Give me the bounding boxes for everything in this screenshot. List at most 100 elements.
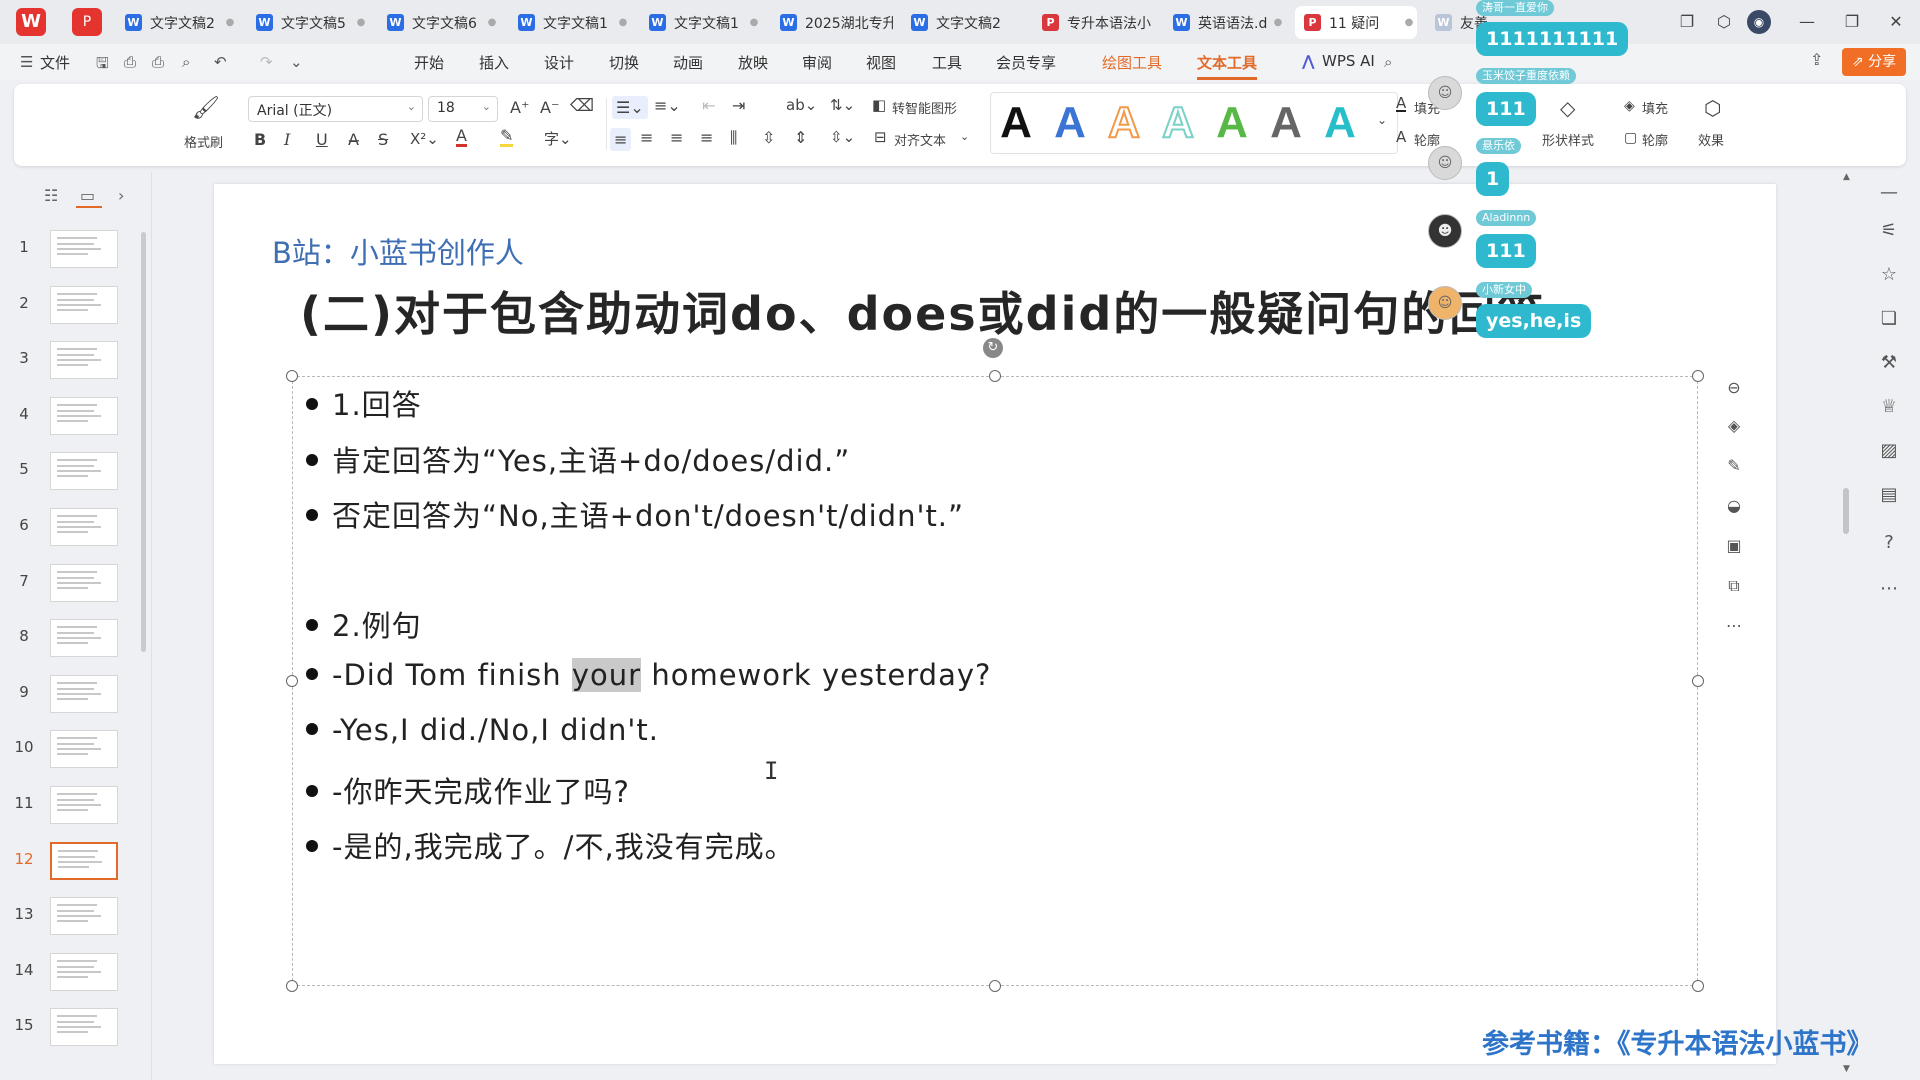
thumbnail-scrollbar[interactable] bbox=[141, 232, 146, 652]
more-options-icon[interactable]: ⋯ bbox=[1718, 610, 1750, 642]
close-tab-icon[interactable]: ● bbox=[1270, 17, 1286, 28]
text-style-preset-1[interactable]: A bbox=[991, 99, 1041, 147]
slide-thumbnail[interactable] bbox=[50, 508, 118, 546]
minimize-button[interactable]: — bbox=[1793, 10, 1821, 34]
effect-label[interactable]: 效果 bbox=[1698, 130, 1724, 149]
resize-handle[interactable] bbox=[286, 370, 298, 382]
print-preview-icon[interactable]: ⌕ bbox=[182, 53, 190, 71]
menu-animation[interactable]: 动画 bbox=[673, 52, 703, 73]
bullet-item[interactable]: -Did Tom finish your homework yesterday? bbox=[306, 658, 991, 692]
menu-text-tools[interactable]: 文本工具 bbox=[1197, 52, 1257, 73]
hamburger-menu-icon[interactable]: ☰ bbox=[20, 53, 33, 71]
chevron-down-icon[interactable]: ⌄ bbox=[960, 130, 969, 143]
frame-icon[interactable]: ▣ bbox=[1718, 530, 1750, 562]
close-tab-icon[interactable]: ● bbox=[1401, 17, 1417, 28]
shape-style-label[interactable]: 形状样式 bbox=[1542, 130, 1594, 149]
align-text-icon[interactable]: ⊟ bbox=[874, 128, 887, 146]
underline-icon[interactable]: U bbox=[316, 130, 328, 149]
resize-handle[interactable] bbox=[286, 675, 298, 687]
save-icon[interactable]: 🖫 bbox=[96, 53, 109, 78]
resize-handle[interactable] bbox=[989, 370, 1001, 382]
pdf-app-icon[interactable]: P bbox=[72, 8, 102, 36]
restore-button[interactable]: ❐ bbox=[1838, 10, 1866, 34]
close-tab-icon[interactable]: ● bbox=[615, 17, 631, 28]
doc-tab[interactable]: W 2025湖北专升 bbox=[771, 6, 893, 39]
layers-icon[interactable]: ◈ bbox=[1718, 410, 1750, 442]
font-family-select[interactable]: Arial (正文) ⌄ bbox=[248, 96, 423, 122]
doc-tab[interactable]: P 专升本语法小 bbox=[1033, 6, 1155, 39]
shape-outline-label[interactable]: 轮廓 bbox=[1642, 130, 1668, 149]
align-left-icon[interactable]: ≡ bbox=[610, 128, 632, 151]
menu-design[interactable]: 设计 bbox=[544, 52, 574, 73]
distribute-icon[interactable]: ⫼ bbox=[730, 128, 737, 148]
text-style-preset-5[interactable]: A bbox=[1207, 99, 1257, 147]
image-icon[interactable]: ▨ bbox=[1876, 438, 1902, 464]
resize-handle[interactable] bbox=[1692, 370, 1704, 382]
doc-tab[interactable]: W 文字文稿1 ● bbox=[509, 6, 631, 39]
slide-thumbnail[interactable] bbox=[50, 674, 118, 713]
slide-thumbnail[interactable] bbox=[50, 396, 118, 435]
tools-icon[interactable]: ⚒ bbox=[1876, 350, 1902, 376]
smart-shape-icon[interactable]: ◧ bbox=[872, 96, 886, 114]
slide-thumbnail[interactable] bbox=[50, 952, 118, 991]
close-window-button[interactable]: ✕ bbox=[1882, 10, 1910, 34]
vertical-scrollbar[interactable] bbox=[1843, 488, 1849, 534]
font-size-select[interactable]: 18 ⌄ bbox=[428, 96, 498, 122]
text-style-preset-3[interactable]: A bbox=[1099, 98, 1149, 148]
line-spacing-icon[interactable]: ⇳ bbox=[762, 128, 775, 147]
outline-view-icon[interactable]: ☷ bbox=[44, 186, 58, 205]
share-button[interactable]: ⇗ 分享 bbox=[1842, 48, 1906, 76]
columns-icon[interactable]: ⇳⌄ bbox=[830, 128, 855, 146]
slide-thumbnail[interactable] bbox=[50, 897, 118, 936]
italic-icon[interactable]: I bbox=[284, 130, 290, 149]
slide-view-icon[interactable]: ▭ bbox=[80, 186, 95, 205]
slide-thumbnail[interactable] bbox=[50, 452, 118, 491]
bullet-item[interactable]: -你昨天完成作业了吗? bbox=[306, 769, 630, 811]
smart-shape-label[interactable]: 转智能图形 bbox=[892, 98, 957, 117]
chevron-down-icon[interactable]: ⌄ bbox=[290, 53, 303, 71]
resize-handle[interactable] bbox=[1692, 675, 1704, 687]
bold-icon[interactable]: B bbox=[254, 130, 266, 149]
slide-title[interactable]: (二)对于包含助动词do、does或did的一般疑问句的回答 bbox=[300, 278, 1545, 344]
slide-thumbnail[interactable] bbox=[50, 841, 118, 880]
menu-file[interactable]: 文件 bbox=[40, 52, 70, 73]
menu-tools[interactable]: 工具 bbox=[932, 52, 962, 73]
scroll-down-icon[interactable]: ▼ bbox=[1843, 1064, 1850, 1074]
text-outline-icon[interactable]: A bbox=[1396, 128, 1406, 146]
export-icon[interactable]: ⎙ bbox=[124, 53, 136, 71]
close-tab-icon[interactable]: ● bbox=[746, 17, 762, 28]
paragraph-spacing-icon[interactable]: ⇕ bbox=[794, 128, 807, 147]
slide-thumbnail[interactable] bbox=[50, 285, 118, 324]
menu-transition[interactable]: 切换 bbox=[609, 52, 639, 73]
doc-tab[interactable]: W 文字文稿2 ● bbox=[116, 6, 238, 39]
format-painter-icon[interactable]: 🖌 bbox=[192, 96, 220, 121]
slide-thumbnail[interactable] bbox=[50, 563, 118, 602]
doc-tab[interactable]: W 文字文稿6 ● bbox=[378, 6, 500, 39]
doc-tab[interactable]: W 文字文稿5 ● bbox=[247, 6, 369, 39]
font-color-icon[interactable]: A bbox=[456, 128, 467, 147]
properties-icon[interactable]: ⚟ bbox=[1876, 218, 1902, 244]
doc-tab[interactable]: W 文字文稿1 ● bbox=[640, 6, 762, 39]
justify-icon[interactable]: ≡ bbox=[700, 128, 713, 147]
fill-bucket-icon[interactable]: ◒ bbox=[1718, 490, 1750, 522]
cloud-upload-icon[interactable]: ⇪ bbox=[1810, 50, 1823, 69]
wps-ai-icon[interactable]: ⋀ bbox=[1302, 52, 1315, 70]
menu-member[interactable]: 会员专享 bbox=[996, 52, 1056, 73]
bullet-item[interactable]: -Yes,I did./No,I didn't. bbox=[306, 713, 659, 747]
text-style-preset-7[interactable]: A bbox=[1315, 99, 1365, 147]
shape-fill-icon[interactable]: ◈ bbox=[1624, 98, 1635, 114]
slide-thumbnail[interactable] bbox=[50, 1008, 118, 1047]
cube-icon[interactable]: ⬡ bbox=[1710, 10, 1738, 34]
close-tab-icon[interactable]: ● bbox=[222, 17, 238, 28]
bullet-item[interactable]: 肯定回答为“Yes,主语+do/does/did.” bbox=[306, 438, 850, 480]
more-icon[interactable]: ⋯ bbox=[1876, 576, 1902, 602]
menu-wps-ai[interactable]: WPS AI bbox=[1322, 52, 1375, 70]
menu-home[interactable]: 开始 bbox=[414, 52, 444, 73]
numbered-list-icon[interactable]: ≡⌄ bbox=[654, 96, 681, 115]
shape-style-icon[interactable]: ◇ bbox=[1560, 96, 1575, 120]
highlight-icon[interactable]: ✎ bbox=[500, 128, 514, 147]
bullet-item[interactable]: 2.例句 bbox=[306, 603, 422, 645]
book-icon[interactable]: ▤ bbox=[1876, 482, 1902, 508]
slide-thumbnail[interactable] bbox=[50, 341, 118, 380]
decrease-font-icon[interactable]: A⁻ bbox=[540, 98, 559, 117]
